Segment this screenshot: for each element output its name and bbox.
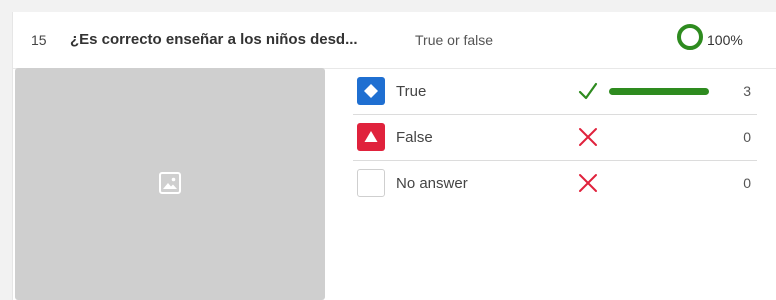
- answer-bar: [609, 134, 709, 141]
- answer-row-true: True 3: [353, 69, 757, 115]
- check-icon: [578, 82, 598, 100]
- diamond-icon: [364, 84, 378, 98]
- cross-icon: [579, 174, 597, 192]
- answer-count: 0: [743, 175, 751, 191]
- question-title: ¿Es correcto enseñar a los niños desd...: [70, 31, 358, 48]
- cross-icon: [579, 128, 597, 146]
- answer-label: True: [396, 83, 427, 100]
- accuracy-ring-icon: [677, 24, 703, 50]
- answer-row-false: False 0: [353, 115, 757, 161]
- question-type: True or false: [415, 32, 494, 48]
- answer-bar: [609, 180, 709, 187]
- question-header[interactable]: 15 ¿Es correcto enseñar a los niños desd…: [13, 12, 776, 69]
- answer-badge-false: [357, 123, 385, 151]
- answer-row-no-answer: No answer 0: [353, 161, 757, 206]
- answer-count: 0: [743, 129, 751, 145]
- triangle-icon: [364, 131, 378, 142]
- answer-bar-fill: [609, 88, 709, 95]
- answer-badge-no-answer: [357, 169, 385, 197]
- question-number: 15: [31, 32, 47, 48]
- answer-count: 3: [743, 83, 751, 99]
- question-card: 15 ¿Es correcto enseñar a los niños desd…: [12, 12, 776, 300]
- answer-list: True 3 False 0 No answer 0: [353, 69, 757, 206]
- accuracy-percent: 100%: [707, 32, 743, 48]
- answer-bar: [609, 88, 709, 95]
- image-icon: [159, 172, 181, 194]
- answer-badge-true: [357, 77, 385, 105]
- answer-label: False: [396, 129, 433, 146]
- question-image-placeholder: [15, 68, 325, 300]
- answer-label: No answer: [396, 175, 468, 192]
